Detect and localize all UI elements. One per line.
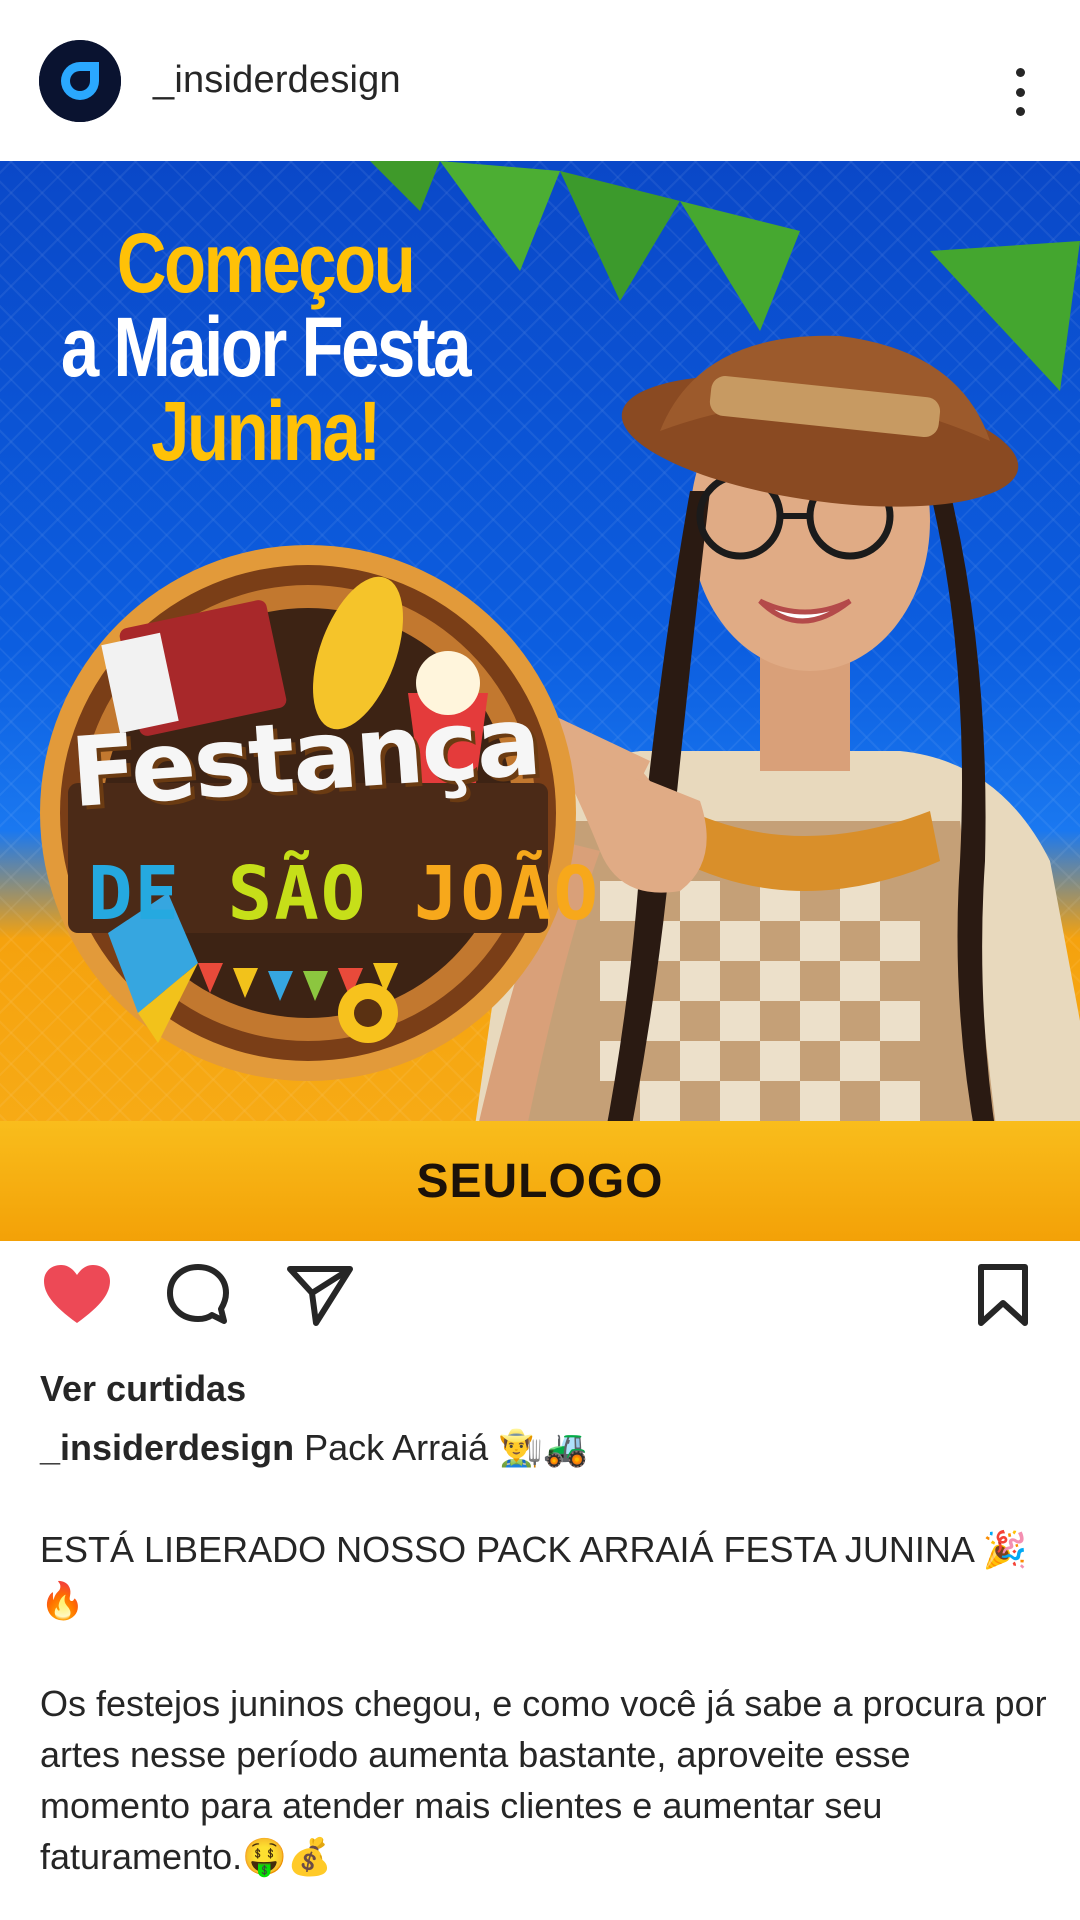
send-icon[interactable]	[286, 1263, 354, 1327]
post-header: _insiderdesign	[0, 0, 1080, 161]
caption-title: Pack Arraiá 👨‍🌾🚜	[304, 1427, 588, 1468]
bookmark-icon[interactable]	[976, 1263, 1030, 1327]
header-username[interactable]: _insiderdesign	[153, 59, 401, 102]
headline-line-3: Junina!	[151, 384, 381, 478]
badge-word-de: DE	[88, 851, 182, 937]
insider-logo-icon	[39, 39, 121, 122]
caption-first-line: _insiderdesign Pack Arraiá 👨‍🌾🚜	[40, 1422, 1050, 1473]
caption-paragraph-2: Os festejos juninos chegou, e como você …	[40, 1683, 1047, 1877]
headline-line-1: Começou	[116, 216, 416, 310]
headline-line-2: a Maior Festa	[60, 300, 472, 394]
logo-text: SEULOGO	[416, 1154, 664, 1208]
post-headline: Começou a Maior Festa Junina!	[60, 216, 472, 478]
view-likes-link[interactable]: Ver curtidas	[40, 1368, 246, 1410]
logo-bar: SEULOGO	[0, 1121, 1080, 1241]
action-bar	[0, 1241, 1080, 1361]
post-image[interactable]: Começou a Maior Festa Junina! Festança D…	[0, 161, 1080, 1241]
badge-subtitle: DE SÃO JOÃO	[88, 851, 598, 937]
badge-word-sao: SÃO	[227, 851, 368, 937]
heart-filled-icon[interactable]	[42, 1263, 112, 1327]
comment-icon[interactable]	[166, 1263, 230, 1327]
caption-username[interactable]: _insiderdesign	[40, 1427, 294, 1468]
avatar[interactable]	[39, 39, 121, 122]
more-vertical-icon[interactable]	[1000, 62, 1040, 122]
caption-paragraph-1: ESTÁ LIBERADO NOSSO PACK ARRAIÁ FESTA JU…	[40, 1529, 1028, 1621]
badge-word-joao: JOÃO	[413, 851, 601, 937]
